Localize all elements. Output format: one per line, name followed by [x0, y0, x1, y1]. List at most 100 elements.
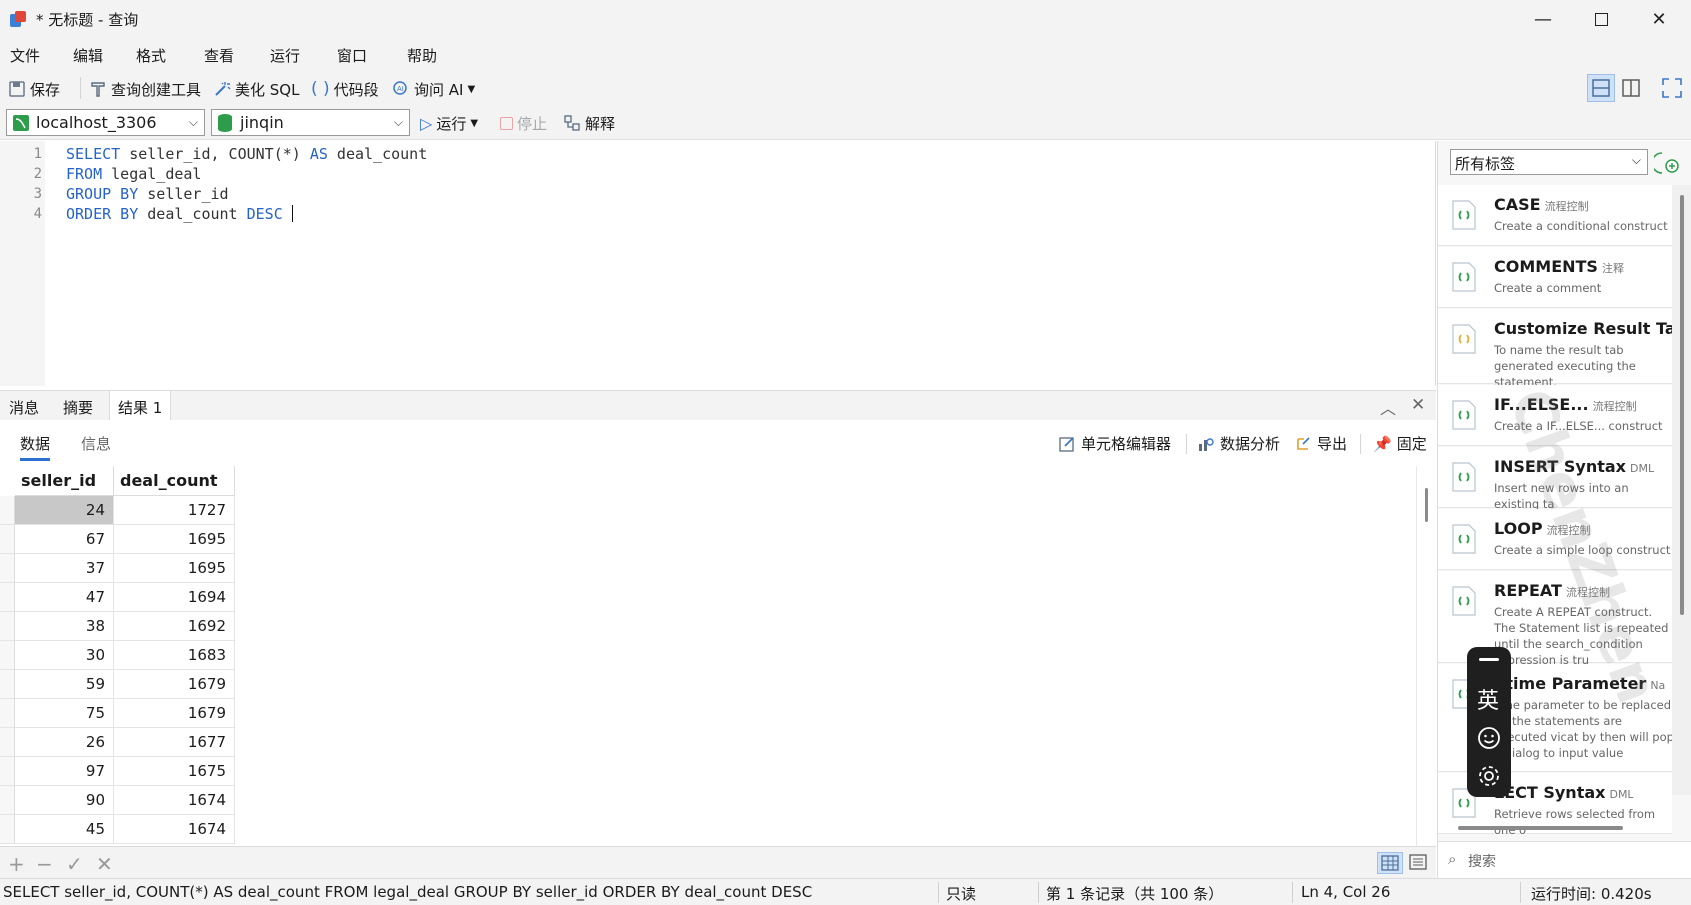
row-marker[interactable]: [0, 641, 15, 670]
stop-button[interactable]: 停止: [500, 112, 547, 134]
query-builder-button[interactable]: 查询创建工具: [89, 78, 201, 100]
horizontal-scrollbar[interactable]: [1458, 826, 1623, 830]
settings-icon[interactable]: [1476, 763, 1502, 789]
run-button[interactable]: ▷ 运行 ▼: [420, 112, 478, 134]
row-marker[interactable]: [0, 815, 15, 844]
database-select[interactable]: jinqin ⌵: [211, 109, 410, 136]
line-number: 3: [33, 186, 42, 202]
beautify-sql-button[interactable]: 美化 SQL: [213, 78, 299, 100]
row-marker[interactable]: [0, 699, 15, 728]
maximize-button[interactable]: [1572, 0, 1630, 38]
data-analysis-button[interactable]: 数据分析: [1197, 433, 1280, 454]
row-marker[interactable]: [0, 786, 15, 815]
menu-format[interactable]: 格式: [136, 45, 166, 66]
vertical-scrollbar[interactable]: [1416, 466, 1436, 846]
cell-seller-id[interactable]: 67: [15, 525, 114, 554]
cell-seller-id[interactable]: 37: [15, 554, 114, 583]
column-header-deal-count[interactable]: deal_count: [114, 466, 235, 496]
cell-editor-button[interactable]: 单元格编辑器: [1058, 433, 1171, 454]
minimize-button[interactable]: —: [1514, 0, 1572, 38]
cell-seller-id[interactable]: 30: [15, 641, 114, 670]
subtab-data[interactable]: 数据: [20, 433, 51, 461]
snippet-item[interactable]: Customize Result Tab To name the result t…: [1438, 309, 1687, 389]
cell-deal-count[interactable]: 1683: [114, 641, 235, 670]
close-button[interactable]: ✕: [1630, 0, 1688, 38]
close-panel-icon[interactable]: ✕: [1411, 395, 1425, 415]
server-select[interactable]: localhost_3306 ⌵: [6, 109, 205, 136]
cell-seller-id[interactable]: 26: [15, 728, 114, 757]
layout-vertical-button[interactable]: [1618, 75, 1646, 103]
row-marker[interactable]: [0, 670, 15, 699]
cell-seller-id[interactable]: 24: [15, 496, 114, 525]
scrollbar-thumb[interactable]: [1680, 195, 1684, 615]
cell-deal-count[interactable]: 1674: [114, 815, 235, 844]
add-record-button[interactable]: +: [8, 852, 25, 876]
cell-deal-count[interactable]: 1694: [114, 583, 235, 612]
snippet-filter-select[interactable]: 所有标签 ⌵: [1450, 149, 1648, 175]
scrollbar-thumb[interactable]: [1425, 488, 1428, 522]
menu-edit[interactable]: 编辑: [73, 45, 103, 66]
ask-ai-button[interactable]: AI 询问 AI ▼: [392, 78, 475, 100]
ime-language-toggle[interactable]: 英: [1477, 683, 1499, 715]
code-snippet-button[interactable]: ( ) 代码段: [311, 78, 379, 100]
menu-window[interactable]: 窗口: [337, 45, 367, 66]
text-caret: [291, 205, 293, 222]
snippet-item[interactable]: COMMENTS 注释 Create a comment: [1438, 247, 1672, 308]
sql-editor[interactable]: 1 2 3 4 SELECT seller_id, COUNT(*) AS de…: [0, 141, 1436, 386]
discard-changes-button[interactable]: ✕: [96, 852, 113, 876]
new-snippet-button[interactable]: [1651, 149, 1684, 177]
export-button[interactable]: 导出: [1294, 433, 1347, 454]
collapse-panel-icon[interactable]: ︿: [1380, 395, 1396, 419]
row-marker[interactable]: [0, 728, 15, 757]
sql-text: seller_id: [138, 185, 229, 203]
subtab-info[interactable]: 信息: [81, 433, 111, 454]
explain-button[interactable]: 解释: [563, 112, 615, 134]
cell-deal-count[interactable]: 1695: [114, 554, 235, 583]
apply-changes-button[interactable]: ✓: [66, 852, 83, 876]
snippet-scrollbar[interactable]: [1672, 185, 1691, 795]
cell-seller-id[interactable]: 75: [15, 699, 114, 728]
cell-seller-id[interactable]: 47: [15, 583, 114, 612]
row-marker[interactable]: [0, 496, 15, 525]
delete-record-button[interactable]: −: [36, 852, 53, 876]
menu-help[interactable]: 帮助: [407, 45, 437, 66]
cell-seller-id[interactable]: 59: [15, 670, 114, 699]
ime-drag-handle[interactable]: [1479, 658, 1499, 661]
snippet-search-box[interactable]: ⌕ 搜索: [1438, 841, 1691, 878]
cell-deal-count[interactable]: 1692: [114, 612, 235, 641]
cell-seller-id[interactable]: 97: [15, 757, 114, 786]
cell-deal-count[interactable]: 1674: [114, 786, 235, 815]
save-button[interactable]: 保存: [8, 78, 60, 100]
tab-result-1[interactable]: 结果 1: [109, 391, 172, 421]
cell-deal-count[interactable]: 1679: [114, 670, 235, 699]
pin-button[interactable]: 📌 固定: [1373, 433, 1427, 454]
form-view-button[interactable]: [1406, 852, 1432, 874]
layout-horizontal-button[interactable]: [1587, 74, 1615, 102]
tab-messages[interactable]: 消息: [1, 391, 47, 421]
cell-deal-count[interactable]: 1677: [114, 728, 235, 757]
snippet-description: Retrieve rows selected from one o: [1494, 807, 1656, 837]
row-marker[interactable]: [0, 612, 15, 641]
fullscreen-button[interactable]: [1659, 75, 1687, 103]
sql-text: deal_count: [327, 145, 428, 163]
menu-run[interactable]: 运行: [270, 45, 300, 66]
snippet-item[interactable]: CASE 流程控制 Create a conditional construct: [1438, 185, 1672, 246]
emoji-icon[interactable]: [1476, 725, 1502, 751]
cell-seller-id[interactable]: 90: [15, 786, 114, 815]
cell-deal-count[interactable]: 1695: [114, 525, 235, 554]
cell-deal-count[interactable]: 1727: [114, 496, 235, 525]
column-header-seller-id[interactable]: seller_id: [15, 466, 114, 496]
cell-seller-id[interactable]: 38: [15, 612, 114, 641]
cell-deal-count[interactable]: 1679: [114, 699, 235, 728]
tab-summary[interactable]: 摘要: [55, 391, 101, 421]
grid-view-button[interactable]: [1377, 852, 1403, 874]
form-view-icon: [1409, 854, 1427, 870]
cell-seller-id[interactable]: 45: [15, 815, 114, 844]
row-marker[interactable]: [0, 583, 15, 612]
row-marker[interactable]: [0, 525, 15, 554]
row-marker[interactable]: [0, 757, 15, 786]
menu-view[interactable]: 查看: [204, 45, 234, 66]
row-marker[interactable]: [0, 554, 15, 583]
cell-deal-count[interactable]: 1675: [114, 757, 235, 786]
menu-file[interactable]: 文件: [10, 45, 40, 66]
